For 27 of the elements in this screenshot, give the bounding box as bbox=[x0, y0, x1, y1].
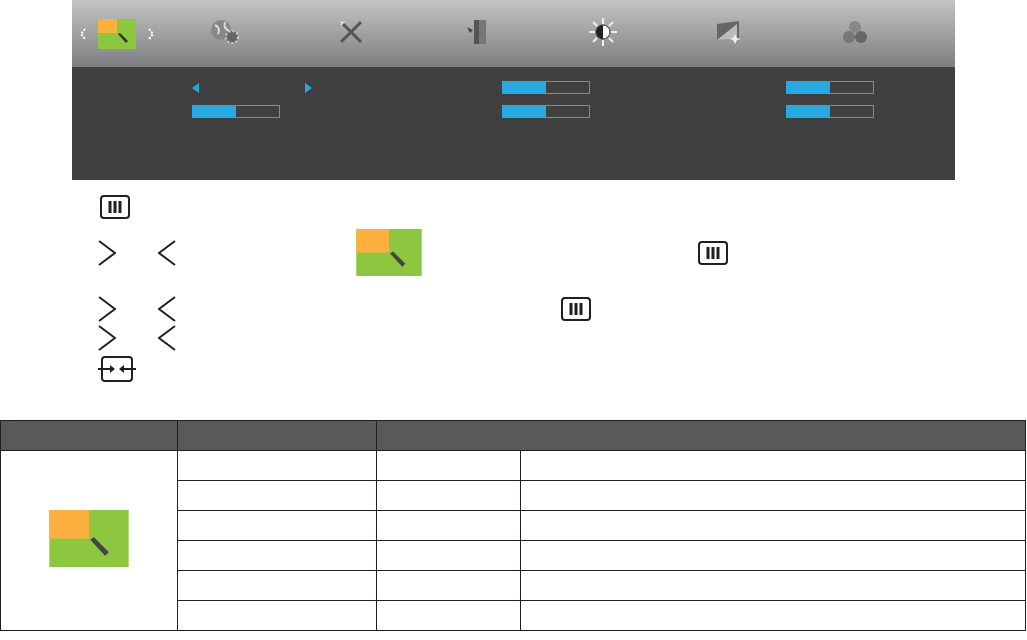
auto-adjust-icon bbox=[98, 356, 136, 382]
color-boost-icon[interactable] bbox=[98, 18, 136, 49]
color-boost-icon bbox=[49, 510, 129, 567]
right-chevron-icon bbox=[98, 239, 116, 266]
left-chevron-icon bbox=[158, 325, 176, 351]
tools-icon[interactable] bbox=[338, 18, 364, 45]
color-boost-icon bbox=[356, 229, 422, 276]
slider[interactable] bbox=[502, 81, 590, 94]
circles-icon[interactable] bbox=[842, 19, 868, 44]
slider[interactable] bbox=[786, 105, 874, 118]
brightness-icon[interactable] bbox=[589, 17, 617, 46]
menu-button-icon bbox=[698, 240, 728, 265]
slider[interactable] bbox=[192, 105, 280, 118]
left-chevron-icon bbox=[158, 296, 176, 322]
chevron-right-icon bbox=[148, 27, 154, 40]
left-chevron-icon bbox=[158, 239, 176, 266]
menu-button-icon bbox=[100, 195, 130, 219]
right-arrow-icon[interactable] bbox=[305, 82, 312, 93]
chevron-left-icon bbox=[80, 27, 86, 40]
right-chevron-icon bbox=[98, 325, 116, 351]
door-icon[interactable] bbox=[466, 18, 488, 45]
globe-gear-icon[interactable] bbox=[210, 18, 240, 45]
slider[interactable] bbox=[502, 105, 590, 118]
slider[interactable] bbox=[786, 81, 874, 94]
left-arrow-icon[interactable] bbox=[192, 82, 199, 93]
menu-button-icon bbox=[561, 297, 591, 321]
right-chevron-icon bbox=[98, 296, 116, 322]
